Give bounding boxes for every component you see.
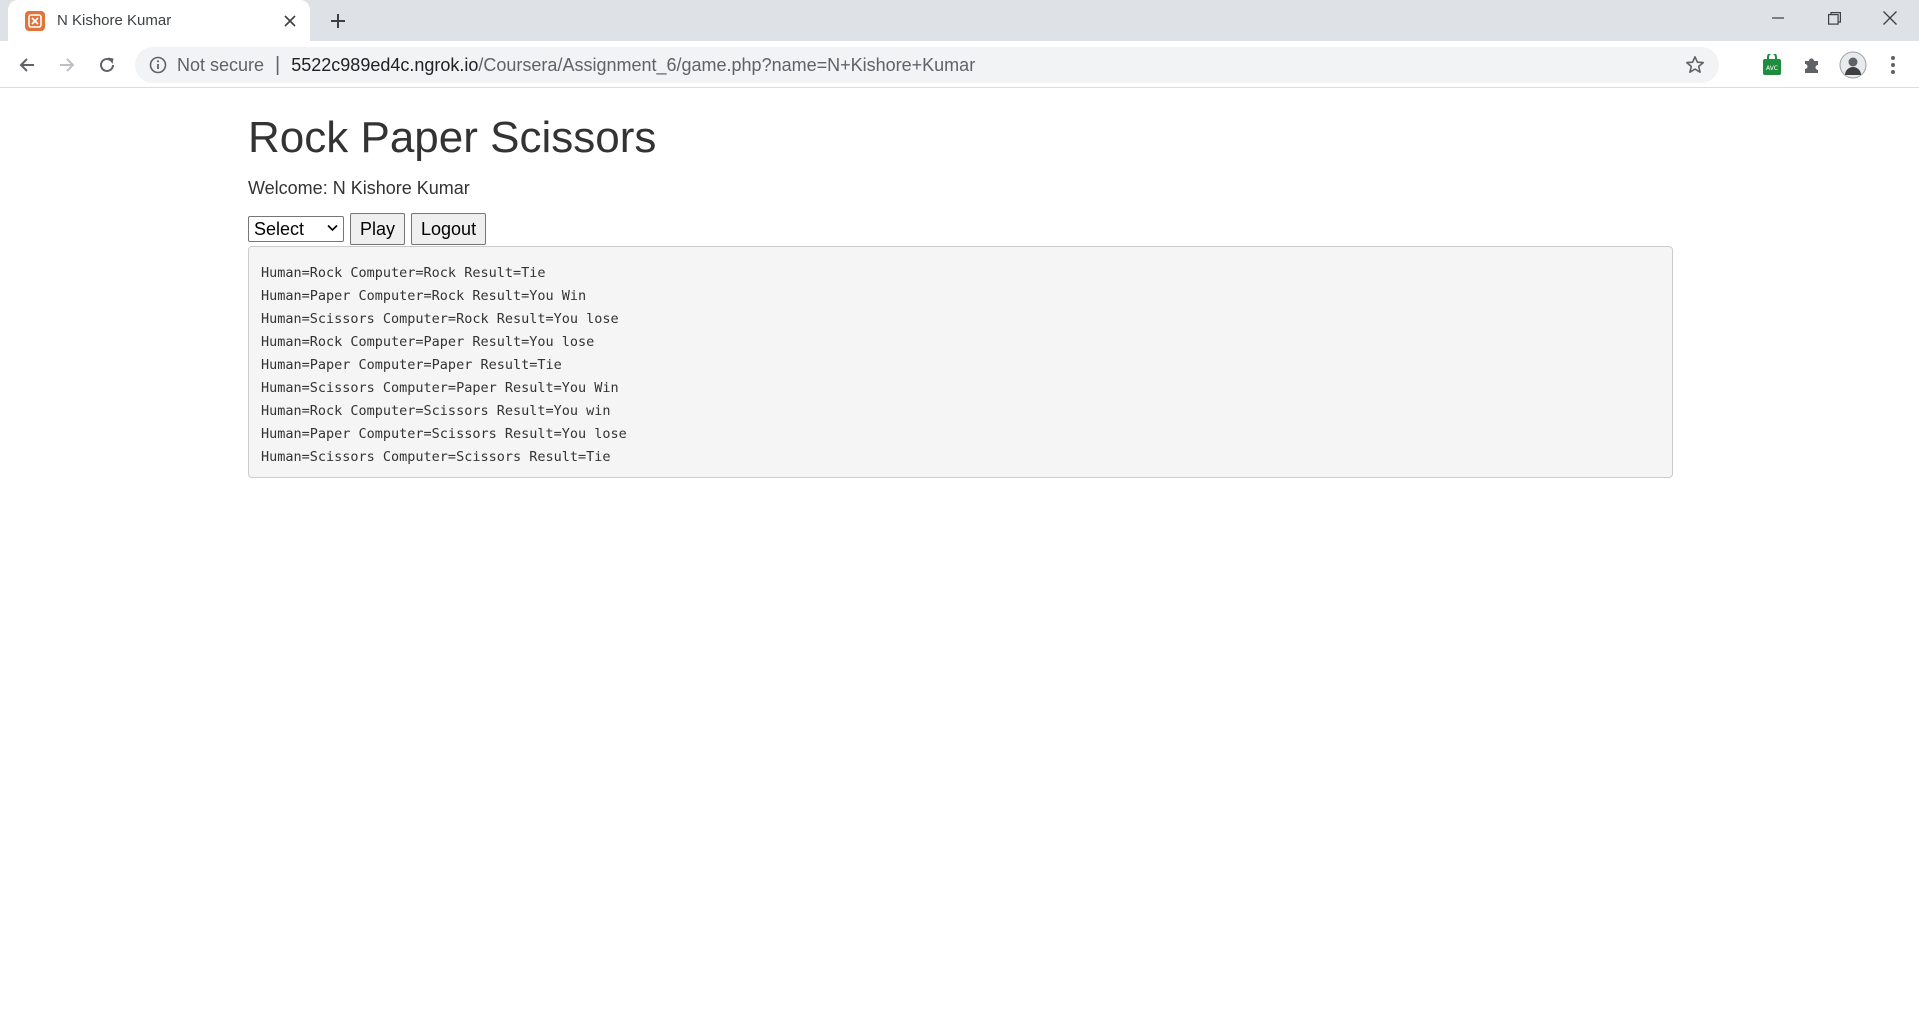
result-line: Human=Rock Computer=Paper Result=You los… [261, 334, 595, 350]
back-button[interactable] [11, 49, 43, 81]
result-line: Human=Scissors Computer=Paper Result=You… [261, 380, 619, 396]
arrow-left-icon [19, 58, 34, 72]
result-line: Human=Paper Computer=Paper Result=Tie [261, 357, 562, 373]
tab-strip: N Kishore Kumar [0, 0, 1919, 41]
puzzle-icon[interactable] [1798, 51, 1826, 79]
result-line: Human=Scissors Computer=Scissors Result=… [261, 449, 611, 465]
minimize-icon [1772, 17, 1784, 19]
logout-button[interactable]: Logout [411, 213, 487, 245]
chevron-down-icon [327, 224, 338, 232]
url-path: /Coursera/Assignment_6/game.php?name=N+K… [478, 54, 976, 75]
reload-icon [100, 57, 114, 72]
page-title: Rock Paper Scissors [248, 113, 657, 162]
play-button[interactable]: Play [350, 213, 406, 245]
choice-select-value: Select [254, 218, 305, 239]
close-tab-icon[interactable] [276, 7, 304, 35]
security-label: Not secure [177, 54, 265, 75]
restore-icon [1827, 11, 1841, 25]
avatar[interactable] [1839, 51, 1867, 79]
new-tab-button[interactable] [322, 6, 354, 36]
avc-extension-icon[interactable]: AVC [1758, 51, 1786, 79]
separator: | [275, 53, 281, 76]
url-host: 5522c989ed4c.ngrok.io [291, 54, 479, 75]
choice-select[interactable]: Select [248, 216, 344, 242]
result-line: Human=Paper Computer=Rock Result=You Win [261, 288, 587, 304]
game-form: Select Play Logout [248, 213, 487, 245]
tab-title: N Kishore Kumar [57, 12, 172, 29]
reload-button[interactable] [91, 49, 123, 81]
page-content: Rock Paper Scissors Welcome: N Kishore K… [0, 88, 1919, 1030]
xampp-icon [25, 10, 45, 31]
browser-tab[interactable]: N Kishore Kumar [8, 0, 310, 41]
result-line: Human=Scissors Computer=Rock Result=You … [261, 311, 619, 327]
svg-text:AVC: AVC [1766, 65, 1778, 72]
result-line: Human=Paper Computer=Scissors Result=You… [261, 426, 627, 442]
close-icon [1883, 11, 1897, 25]
url-text[interactable]: 5522c989ed4c.ngrok.io/Coursera/Assignmen… [291, 55, 975, 76]
plus-icon [331, 14, 345, 28]
star-icon[interactable] [1685, 55, 1705, 75]
close-window-button[interactable] [1862, 0, 1918, 36]
restore-button[interactable] [1806, 0, 1862, 36]
result-line: Human=Rock Computer=Rock Result=Tie [261, 265, 546, 281]
result-line: Human=Rock Computer=Scissors Result=You … [261, 403, 611, 419]
minimize-button[interactable] [1750, 0, 1806, 36]
forward-button[interactable] [51, 49, 83, 81]
welcome-text: Welcome: N Kishore Kumar [248, 178, 470, 198]
arrow-right-icon [60, 58, 75, 72]
results-log: Human=Rock Computer=Rock Result=Tie Human… [248, 246, 1673, 478]
kebab-menu-icon[interactable] [1879, 51, 1907, 79]
info-icon[interactable] [148, 55, 168, 75]
address-bar[interactable]: Not secure | 5522c989ed4c.ngrok.io/Cours… [135, 47, 1719, 83]
browser-toolbar: Not secure | 5522c989ed4c.ngrok.io/Cours… [0, 41, 1919, 88]
